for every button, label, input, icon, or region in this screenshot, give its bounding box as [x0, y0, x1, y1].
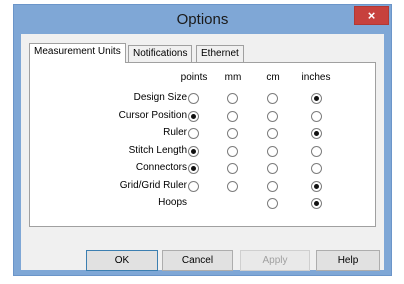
radio-hoops-cm[interactable]	[267, 198, 278, 209]
radio-stitch-length-points[interactable]	[188, 146, 199, 157]
radio-design-size-points[interactable]	[188, 93, 199, 104]
radio-grid-grid-ruler-cm[interactable]	[267, 181, 278, 192]
dialog-client-area: Measurement Units Notifications Ethernet…	[21, 34, 384, 271]
radio-grid-grid-ruler-mm[interactable]	[227, 181, 238, 192]
radio-ruler-cm[interactable]	[267, 128, 278, 139]
radio-design-size-cm[interactable]	[267, 93, 278, 104]
radio-grid-grid-ruler-inches[interactable]	[311, 181, 322, 192]
radio-cursor-position-inches[interactable]	[311, 111, 322, 122]
radio-connectors-cm[interactable]	[267, 163, 278, 174]
radio-ruler-inches[interactable]	[311, 128, 322, 139]
radio-connectors-mm[interactable]	[227, 163, 238, 174]
apply-button[interactable]: Apply	[240, 250, 310, 271]
column-header-cm: cm	[266, 72, 280, 83]
row-label-cursor-position: Cursor Position	[118, 110, 187, 121]
help-button[interactable]: Help	[316, 250, 380, 271]
row-label-stitch-length: Stitch Length	[128, 145, 187, 156]
row-label-connectors: Connectors	[135, 162, 187, 173]
tab-measurement-units[interactable]: Measurement Units	[29, 43, 126, 63]
tab-notifications[interactable]: Notifications	[128, 45, 193, 62]
close-icon: ×	[367, 8, 376, 23]
dialog-title: Options	[176, 11, 229, 28]
radio-ruler-points[interactable]	[188, 128, 199, 139]
radio-connectors-points[interactable]	[188, 163, 199, 174]
radio-stitch-length-inches[interactable]	[311, 146, 322, 157]
radio-cursor-position-cm[interactable]	[267, 111, 278, 122]
ok-button[interactable]: OK	[86, 250, 158, 271]
radio-design-size-mm[interactable]	[227, 93, 238, 104]
radio-ruler-mm[interactable]	[227, 128, 238, 139]
radio-design-size-inches[interactable]	[311, 93, 322, 104]
options-dialog: Options × Measurement Units Notification…	[13, 4, 392, 276]
title-bar[interactable]: Options ×	[14, 5, 391, 33]
tab-ethernet[interactable]: Ethernet	[196, 45, 244, 62]
column-header-points: points	[180, 72, 208, 83]
column-header-inches: inches	[301, 72, 331, 83]
row-label-hoops: Hoops	[158, 197, 187, 208]
row-label-design-size: Design Size	[133, 92, 187, 103]
row-label-ruler: Ruler	[163, 127, 187, 138]
row-label-grid-grid-ruler: Grid/Grid Ruler	[119, 180, 187, 191]
radio-connectors-inches[interactable]	[311, 163, 322, 174]
radio-cursor-position-mm[interactable]	[227, 111, 238, 122]
column-header-mm: mm	[224, 72, 242, 83]
radio-grid-grid-ruler-points[interactable]	[188, 181, 199, 192]
close-button[interactable]: ×	[354, 6, 389, 25]
measurement-units-panel: points mm cm inches Design Size Cursor Po…	[29, 62, 376, 227]
radio-stitch-length-cm[interactable]	[267, 146, 278, 157]
radio-hoops-inches[interactable]	[311, 198, 322, 209]
cancel-button[interactable]: Cancel	[162, 250, 233, 271]
radio-cursor-position-points[interactable]	[188, 111, 199, 122]
radio-stitch-length-mm[interactable]	[227, 146, 238, 157]
